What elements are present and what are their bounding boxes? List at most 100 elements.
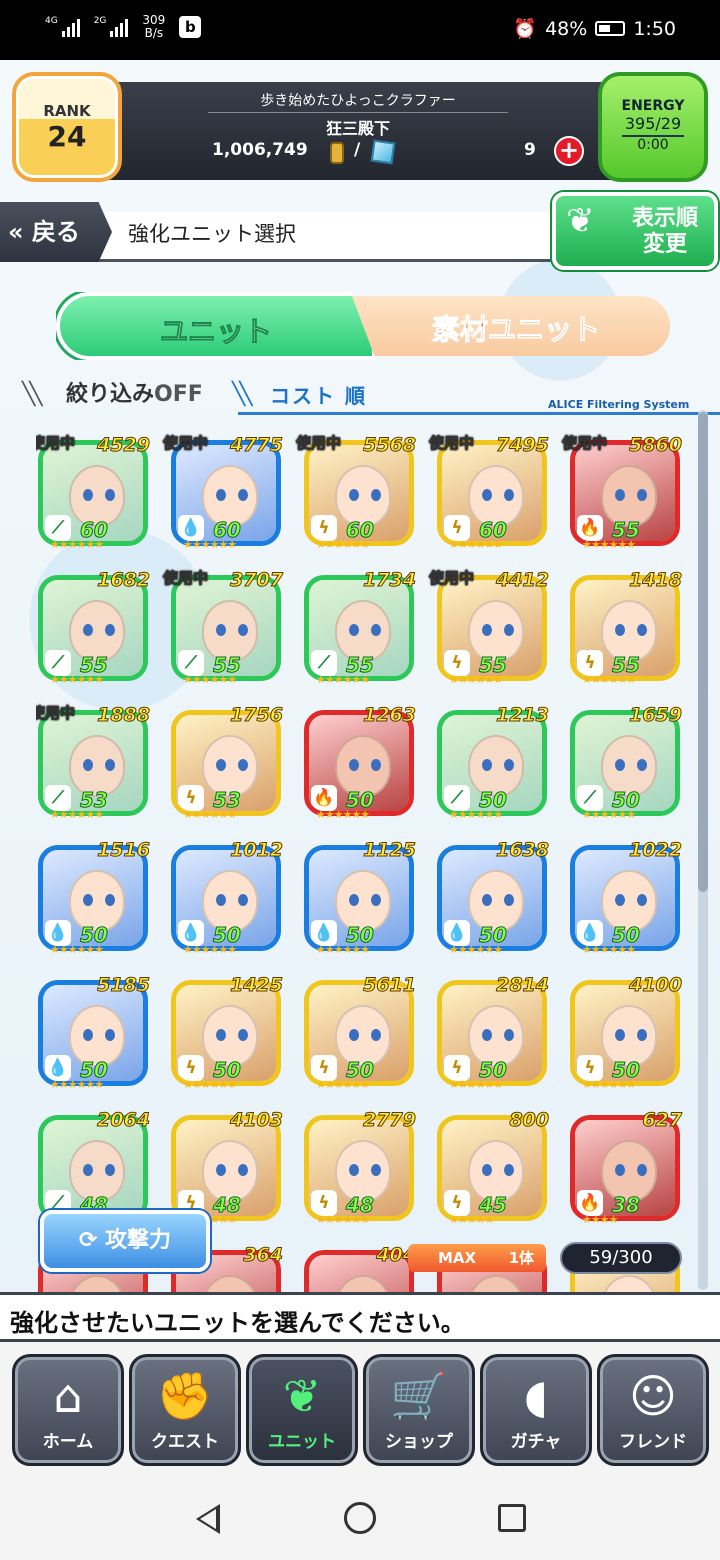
rank-value: 24 [47,120,87,153]
unit-attack: 7495 [496,434,550,457]
unit-stars: ★★★★★★ [50,943,104,956]
network-speed: 309 B/s [142,13,166,40]
unit-card[interactable]: ⟋ 1888 使用中 53 ★★★★★★ [36,702,150,822]
unit-card[interactable]: 💧 1638 50 ★★★★★★ [435,837,550,956]
unit-attack: 4529 [97,434,151,457]
in-use-badge: 使用中 [429,569,475,588]
unit-card[interactable]: 💧 1012 50 ★★★★★★ [169,837,283,956]
unit-card[interactable]: ⟋206448★★★★★★ [36,1107,150,1226]
nav-label: ガチャ [510,1432,562,1452]
nav-1[interactable]: ✊ クエスト [129,1354,241,1466]
nav-5[interactable]: ☺ フレンド [597,1354,709,1466]
unit-card[interactable]: 🔥404 [302,1242,416,1296]
energy-value: 395/29 [624,114,682,133]
unit-card[interactable]: ⟋ 1659 50 ★★★★★★ [568,702,682,821]
nav-4[interactable]: ◖ ガチャ [480,1354,592,1466]
nav-label: クエスト [151,1432,219,1452]
unit-stars: ★★★★★★ [582,808,636,821]
unit-attack: 1213 [496,704,550,727]
sort-label[interactable]: コスト 順 [270,380,367,409]
unit-grid: ⟋ 4529 使用中 60 ★★★★★★ 💧 4775 使用中 60 ★★★★★★ ϟ 5568 使用中… [36,432,696,1296]
unit-card[interactable]: ⟋ 3707 使用中 55 ★★★★★★ [163,567,284,687]
unit-card[interactable]: ϟ 4412 使用中 55 ★★★★★★ [429,567,550,687]
unit-stars: ★★★★★★ [582,943,636,956]
currency-row: 1,006,749 / 9 + [128,136,588,166]
unit-stars: ★★★★★★ [183,943,237,956]
attack-sort-button[interactable]: ⟳ 攻撃力 [40,1210,210,1272]
unit-stars: ★★★★★★ [316,943,370,956]
player-title: 歩き始めたひよっこクラファー [260,93,456,109]
unit-card[interactable]: 💧 4775 使用中 60 ★★★★★★ [163,432,284,552]
in-use-badge: 使用中 [36,704,76,723]
unit-card[interactable]: ϟ 1418 55 ★★★★★★ [568,567,683,686]
unit-stars: ★★★★★★ [316,673,370,686]
unit-card[interactable]: ⟋ 4529 使用中 60 ★★★★★★ [36,432,151,552]
scrollbar-thumb[interactable] [698,412,708,892]
unit-card[interactable]: ⟋ 1213 50 ★★★★★★ [435,702,550,821]
unit-attack: 1638 [496,839,550,862]
unit-card[interactable]: 💧 5185 50 ★★★★★★ [36,972,150,1091]
nav-label: ユニット [268,1432,336,1452]
unit-card[interactable]: ϟ 5568 使用中 60 ★★★★★★ [296,432,417,552]
unit-card[interactable]: ϟ 7495 使用中 60 ★★★★★★ [429,432,550,552]
unit-attack: 364 [243,1244,284,1267]
unit-card[interactable]: 🔥 1263 50 ★★★★★★ [302,702,417,821]
alarm-icon: ⏰ [513,18,538,40]
unit-card[interactable]: 🔥 627 38 ★★★★ [568,1107,682,1226]
nav-label: フレンド [619,1432,687,1452]
unit-card[interactable]: 🔥 5860 使用中 55 ★★★★★★ [562,432,683,552]
rabbit-icon: ❦ [282,1369,322,1423]
unit-card[interactable]: ϟ 4100 50 ★★★★★★ [568,972,682,1091]
nav-2[interactable]: ❦ ユニット [246,1354,358,1466]
unit-count: 59/300 [560,1242,682,1274]
unit-stars: ★★★★★★ [316,538,370,551]
nav-3[interactable]: 🛒 ショップ [363,1354,475,1466]
cart-icon: 🛒 [390,1369,448,1423]
unit-card[interactable]: ϟ 1756 53 ★★★★★★ [169,702,284,821]
sort-order-button[interactable]: ❦ 表示順 変更 [552,192,718,270]
filter-toggle[interactable]: 絞り込みOFF [66,376,203,408]
unit-attack: 5611 [363,974,417,997]
unit-card[interactable]: 💧 1125 50 ★★★★★★ [302,837,416,956]
status-bar: 4G 2G 309 B/s b ⏰ 48% 1:50 [0,0,720,60]
signal-icon-1: 4G [45,17,80,37]
home-nav-icon[interactable] [344,1502,376,1534]
in-use-badge: 使用中 [36,434,76,453]
handshake-icon: ✊ [156,1369,214,1423]
add-gems-button[interactable]: + [554,136,584,166]
unit-card[interactable]: ϟ 2779 48 ★★★★★★ [302,1107,416,1226]
unit-stars: ★★★★★★ [449,808,503,821]
back-button[interactable]: « 戻る [0,202,112,262]
in-use-badge: 使用中 [562,434,608,453]
back-nav-icon[interactable] [196,1504,220,1534]
unit-card[interactable]: ϟ 5611 50 ★★★★★★ [302,972,417,1091]
sort-chevron-icon: ╲╲ [232,382,253,407]
unit-stars: ★★★★★★ [183,1078,237,1091]
unit-card[interactable]: ϟ 2814 50 ★★★★★★ [435,972,549,1091]
battery-icon [595,21,626,36]
unit-card[interactable]: 💧 1022 50 ★★★★★★ [568,837,682,956]
app-notification-icon: b [179,16,202,38]
tab-units[interactable]: ユニット [56,292,376,360]
unit-attack: 1263 [363,704,417,727]
coin-amount: 1,006,749 [212,140,308,160]
nav-0[interactable]: ⌂ ホーム [12,1354,124,1466]
rank-badge: RANK 24 [12,72,122,182]
unit-attack: 1756 [230,704,284,727]
unit-attack: 1425 [230,974,284,997]
player-name: 狂三殿下 [325,119,390,138]
filter-chevron-icon: ╲╲ [22,382,43,407]
recents-nav-icon[interactable] [498,1504,526,1532]
unit-attack: 1418 [629,569,683,592]
unit-card[interactable]: ⟋ 1734 55 ★★★★★★ [302,567,416,686]
unit-stars: ★★★★★★ [50,808,104,821]
unit-card[interactable]: ϟ 1425 50 ★★★★★★ [169,972,284,1091]
signal-icon-2: 2G [94,17,129,37]
unit-card[interactable]: 💧 1516 50 ★★★★★★ [36,837,150,956]
unit-stars: ★★★★★★ [316,1213,370,1226]
energy-timer: 0:00 [622,135,684,153]
clock: 1:50 [633,17,676,40]
unit-card[interactable]: ϟ 800 45 ★★★★★ [435,1107,549,1226]
unit-card[interactable]: ϟ410348★★★★★★ [169,1107,283,1226]
unit-card[interactable]: ⟋ 1682 55 ★★★★★★ [36,567,150,686]
